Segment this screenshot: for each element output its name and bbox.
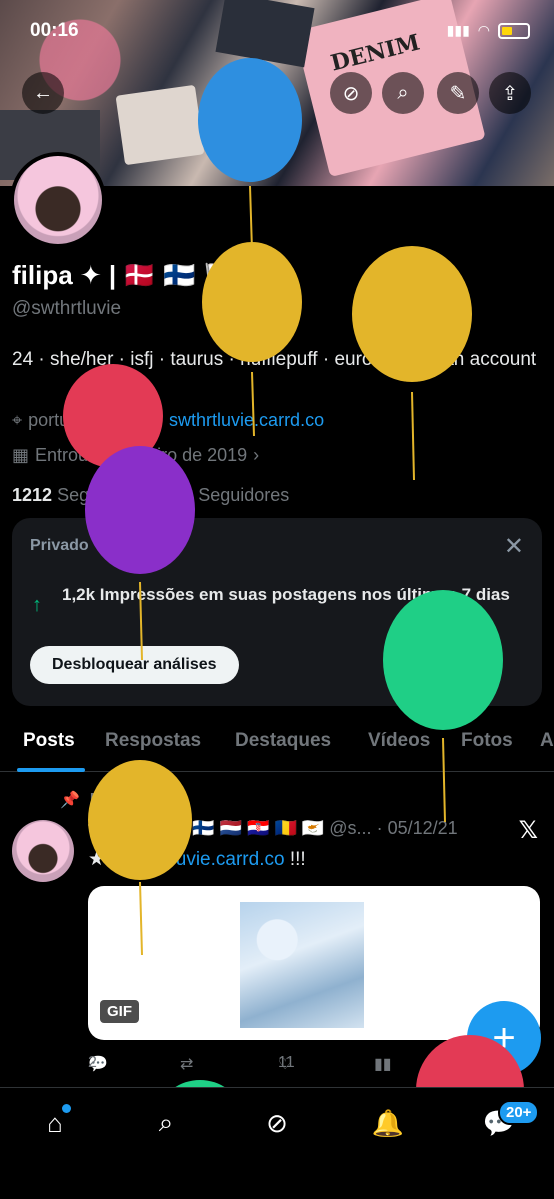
tab-replies[interactable]: Respostas	[105, 730, 201, 752]
post-avatar[interactable]	[12, 820, 74, 882]
follow-counts: 1212 Seguindo 1236 Seguidores	[12, 485, 289, 506]
home-icon: ⌂	[47, 1107, 63, 1138]
wifi-icon: ◠	[477, 22, 490, 38]
post-author[interactable]: filipa ✦	[88, 818, 150, 838]
pin-icon: 📌	[60, 792, 80, 809]
reply-count: 2	[88, 1054, 97, 1071]
post-date: · 05/12/21	[376, 818, 458, 838]
status-bar: 00:16 ▮▮▮ ◠	[0, 18, 554, 48]
post-header: filipa ✦ | 🇩🇰 🇫🇮 🇳🇱 🇭🇷 🇷🇴 🇨🇾 @s... · 05/…	[88, 818, 458, 839]
nav-search[interactable]: ⌕	[149, 1106, 183, 1140]
share-button[interactable]: ⇪	[489, 72, 531, 114]
post-text-suffix: !!!	[289, 849, 306, 870]
calendar-icon: ▦	[12, 445, 30, 465]
close-icon[interactable]: ✕	[504, 532, 524, 561]
profile-meta-row: ⌖ portugal 🇵🇹 🔗 swthrtluvie.carrd.co	[12, 410, 324, 431]
tab-posts[interactable]: Posts	[23, 730, 75, 752]
profile-link[interactable]: swthrtluvie.carrd.co	[169, 410, 324, 431]
analytics-private-label: Privado	[30, 537, 89, 554]
followers-label: Seguidores	[198, 485, 290, 505]
tab-photos[interactable]: Fotos	[461, 730, 513, 752]
analytics-text: 1,2k Impressões em suas postagens nos úl…	[62, 585, 510, 604]
location-icon: ⌖	[12, 410, 23, 430]
unlock-analytics-button[interactable]: Desbloquear análises	[30, 646, 239, 684]
post-handle: @s...	[329, 818, 372, 838]
plus-icon: +	[492, 1015, 516, 1060]
search-icon: ⌕	[397, 81, 409, 104]
search-icon: ⌕	[158, 1107, 174, 1137]
analytics-card: Privado ✕ ↑ 1,2k Impressões em suas post…	[12, 518, 542, 706]
edit-button[interactable]: ✎	[437, 72, 479, 114]
repost-icon: ⇄	[180, 1056, 194, 1073]
profile-tabs: Posts Respostas Destaques Vídeos Fotos A	[0, 722, 554, 772]
home-notification-dot	[62, 1104, 71, 1113]
post-text: ★ : swthrtluvie.carrd.co !!!	[88, 848, 306, 871]
profile-bio: 24 · she/her · isfj · taurus · hufflepuf…	[12, 349, 537, 370]
nav-notifications[interactable]: 🔔	[371, 1106, 405, 1140]
bottom-nav: ⌂ ⌕ ⊘ 🔔 💬 20+	[0, 1087, 554, 1199]
back-arrow-icon: ←	[33, 81, 53, 104]
messages-badge: 20+	[498, 1100, 540, 1125]
profile-avatar[interactable]	[10, 152, 106, 248]
profile-name: filipa ✦ | 🇩🇰 🇫🇮 🏳️ 🇨🇾	[12, 260, 275, 290]
tab-highlights[interactable]: Destaques	[235, 730, 331, 752]
profile-joined: Entrou em janeiro de 2019	[35, 445, 248, 465]
profile-joined-row: ▦ Entrou em janeiro de 2019 ›	[12, 445, 259, 466]
pinned-label: Fixado	[89, 791, 142, 808]
grok-button[interactable]: ⊘	[330, 72, 372, 114]
post-text-prefix: ★ :	[88, 849, 116, 870]
grok-icon: ⊘	[266, 1107, 288, 1138]
active-tab-indicator	[17, 768, 85, 772]
battery-icon	[498, 22, 530, 39]
back-button[interactable]: ←	[22, 72, 64, 114]
nav-grok[interactable]: ⊘	[260, 1106, 294, 1140]
chevron-right-icon: ›	[253, 445, 260, 465]
following-link[interactable]: 1212 Seguindo	[12, 485, 133, 505]
x-logo-icon: 𝕏	[518, 817, 538, 844]
pencil-icon: ✎	[449, 82, 467, 105]
bar-chart-icon: ▮▮	[374, 1056, 392, 1073]
gif-preview	[240, 902, 364, 1028]
share-icon: ⇪	[501, 82, 519, 105]
search-button[interactable]: ⌕	[382, 72, 424, 114]
tab-videos[interactable]: Vídeos	[368, 730, 430, 752]
profile-handle: @swthrtluvie	[12, 298, 122, 319]
profile-location: portugal 🇵🇹	[28, 410, 121, 430]
arrow-up-icon: ↑	[32, 594, 42, 616]
signal-icon: ▮▮▮	[446, 22, 470, 38]
compose-button[interactable]: +	[467, 1001, 541, 1075]
status-time: 00:16	[30, 20, 79, 41]
grok-icon: ⊘	[342, 82, 360, 105]
following-count: 1212	[12, 485, 53, 505]
like-count: 11	[278, 1054, 295, 1071]
followers-count: 1236	[153, 485, 194, 505]
pinned-indicator: 📌 Fixado	[60, 790, 141, 810]
following-label: Seguindo	[57, 485, 134, 505]
link-icon: 🔗	[140, 410, 164, 430]
post-link[interactable]: swthrtluvie.carrd.co	[121, 849, 285, 870]
tab-articles[interactable]: A	[540, 730, 554, 752]
gif-badge: GIF	[100, 1000, 139, 1023]
post-author-flags: | 🇩🇰 🇫🇮 🇳🇱 🇭🇷 🇷🇴 🇨🇾	[155, 818, 325, 838]
followers-link[interactable]: 1236 Seguidores	[153, 485, 289, 505]
bell-icon: 🔔	[371, 1107, 405, 1138]
